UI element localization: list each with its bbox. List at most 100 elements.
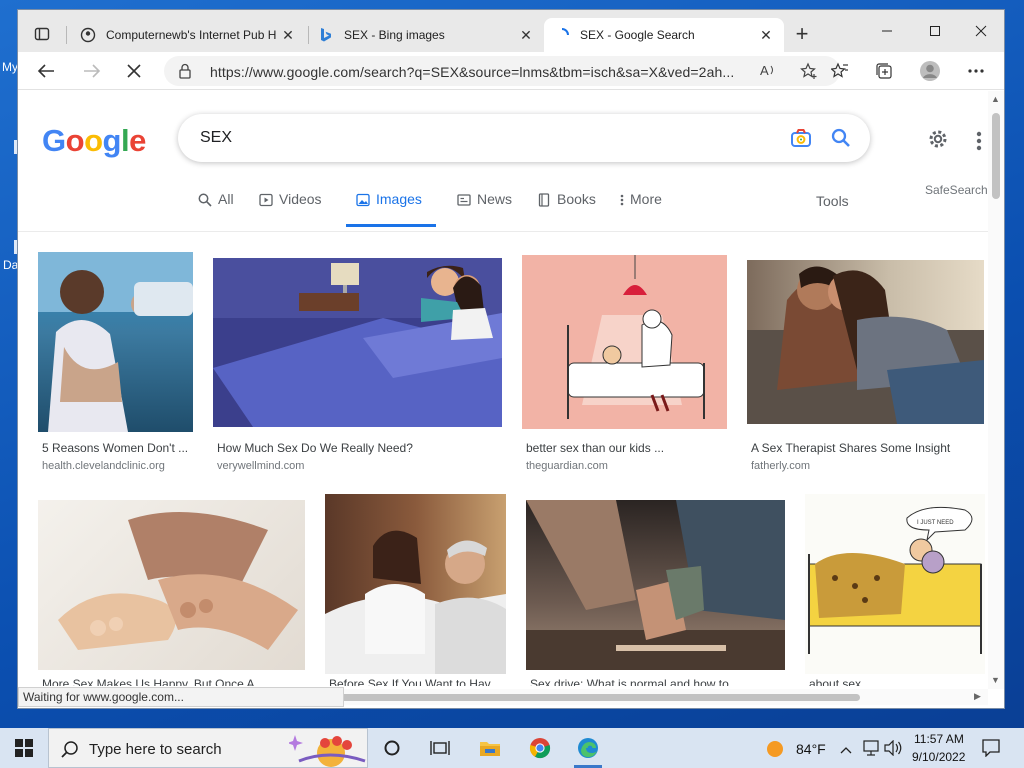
result-title[interactable]: A Sex Therapist Shares Some Insight	[751, 441, 985, 455]
image-result[interactable]: I JUST NEED about sex ...	[805, 494, 985, 686]
file-explorer-button[interactable]	[466, 728, 514, 768]
result-title[interactable]: More Sex Makes Us Happy, But Once A ...	[42, 677, 306, 686]
chrome-button[interactable]	[516, 728, 564, 768]
search-query-text[interactable]: SEX	[200, 129, 232, 147]
result-source[interactable]: fatherly.com	[751, 460, 810, 472]
safesearch-link[interactable]: SafeSearch	[925, 183, 988, 197]
image-thumbnail[interactable]	[526, 500, 785, 670]
task-view-icon	[430, 741, 450, 755]
result-title[interactable]: Sex drive: What is normal and how to ...	[530, 677, 786, 686]
profile-button[interactable]	[916, 58, 944, 84]
tab-images[interactable]: Images	[346, 191, 436, 227]
favorites-button[interactable]	[826, 58, 854, 84]
camera-search-icon[interactable]	[790, 128, 812, 153]
image-result[interactable]: 5 Reasons Women Don't ... health.clevela…	[38, 252, 193, 472]
task-switcher-button[interactable]	[416, 728, 464, 768]
clock-date[interactable]: 9/10/2022	[912, 750, 965, 764]
result-source[interactable]: health.clevelandclinic.org	[42, 460, 165, 472]
tab-news[interactable]: News	[457, 191, 512, 227]
tab-bing[interactable]: SEX - Bing images ✕	[308, 18, 544, 52]
tab-close-button[interactable]: ✕	[280, 27, 296, 44]
vertical-scrollbar[interactable]: ▲ ▼	[988, 91, 1004, 689]
clock-time[interactable]: 11:57 AM	[914, 732, 964, 746]
close-window-button[interactable]	[958, 19, 1004, 43]
edge-icon	[578, 738, 598, 758]
chevron-up-icon[interactable]	[840, 742, 852, 760]
image-result[interactable]: More Sex Makes Us Happy, But Once A ...	[38, 494, 306, 686]
image-result[interactable]: Before Sex If You Want to Hav...	[325, 494, 507, 686]
forward-button[interactable]	[78, 58, 106, 84]
scroll-right-icon[interactable]: ▶	[974, 691, 981, 702]
tab-all[interactable]: All	[198, 191, 234, 227]
address-bar[interactable]: https://www.google.com/search?q=SEX&sour…	[164, 56, 840, 86]
favorites-list-icon	[831, 62, 848, 78]
add-favorite-icon[interactable]	[800, 62, 818, 83]
news-icon	[457, 193, 471, 207]
result-title[interactable]: 5 Reasons Women Don't ...	[42, 441, 192, 455]
edge-button[interactable]	[564, 728, 612, 768]
logo-letter: G	[42, 123, 66, 158]
weather-sun-icon[interactable]	[766, 740, 784, 763]
tools-button[interactable]: Tools	[816, 193, 849, 209]
minimize-button[interactable]	[864, 19, 910, 43]
notification-icon[interactable]	[982, 739, 1000, 762]
gear-icon[interactable]	[926, 127, 950, 156]
result-title[interactable]: better sex than our kids ...	[526, 441, 726, 455]
new-tab-button[interactable]: +	[790, 23, 814, 47]
scrollbar-thumb[interactable]	[340, 694, 860, 701]
image-thumbnail[interactable]	[522, 255, 727, 429]
tab-close-button[interactable]: ✕	[758, 27, 774, 44]
weather-temperature[interactable]: 84°F	[796, 741, 826, 757]
network-icon[interactable]	[862, 740, 880, 761]
tab-label: Images	[376, 191, 422, 207]
scrollbar-thumb[interactable]	[992, 113, 1000, 199]
taskbar: Type here to search 84°F 11:57 AM 9/10/2…	[0, 728, 1024, 768]
logo-letter: o	[84, 123, 103, 158]
image-result[interactable]: How Much Sex Do We Really Need? verywell…	[213, 252, 503, 472]
tab-google-active[interactable]: SEX - Google Search ✕	[544, 18, 784, 52]
search-icon[interactable]	[830, 127, 852, 154]
taskbar-search-box[interactable]: Type here to search	[48, 728, 368, 768]
start-button[interactable]	[0, 728, 48, 768]
image-thumbnail[interactable]	[38, 252, 193, 432]
settings-more-button[interactable]	[962, 58, 990, 84]
url-text[interactable]: https://www.google.com/search?q=SEX&sour…	[210, 64, 734, 80]
folder-icon	[480, 742, 500, 756]
volume-icon[interactable]	[884, 739, 904, 761]
task-view-button[interactable]	[368, 728, 416, 768]
image-thumbnail[interactable]	[213, 258, 502, 427]
apps-grid-icon[interactable]	[976, 131, 984, 151]
result-source[interactable]: theguardian.com	[526, 460, 608, 472]
desktop-icon-label[interactable]: Da	[3, 258, 18, 272]
image-thumbnail[interactable]	[747, 260, 984, 424]
tab-books[interactable]: Books	[537, 191, 596, 227]
image-thumbnail[interactable]	[325, 494, 506, 674]
result-title[interactable]: Before Sex If You Want to Hav...	[329, 677, 505, 686]
maximize-button[interactable]	[912, 19, 958, 43]
search-input[interactable]: SEX	[178, 114, 870, 162]
google-logo[interactable]: Google	[42, 123, 146, 159]
tab-videos[interactable]: Videos	[259, 191, 322, 227]
image-result[interactable]: Sex drive: What is normal and how to ...	[526, 494, 786, 686]
tab-pub[interactable]: Computernewb's Internet Pub H ✕	[70, 18, 306, 52]
scroll-down-icon[interactable]: ▼	[991, 675, 1000, 685]
back-button[interactable]	[32, 58, 60, 84]
result-title[interactable]: about sex ...	[809, 677, 985, 686]
search-highlight-icon[interactable]	[287, 731, 367, 768]
image-thumbnail[interactable]: I JUST NEED	[805, 494, 985, 674]
desktop-icon-label[interactable]: My	[2, 60, 18, 74]
tab-close-button[interactable]: ✕	[518, 27, 534, 44]
image-result[interactable]: better sex than our kids ... theguardian…	[522, 252, 728, 472]
stop-loading-button[interactable]	[120, 58, 148, 84]
tab-actions-button[interactable]	[26, 23, 58, 45]
collections-button[interactable]	[870, 58, 898, 84]
image-thumbnail[interactable]	[38, 500, 305, 670]
read-aloud-icon[interactable]: A	[760, 62, 778, 81]
tab-more[interactable]: More	[620, 191, 662, 227]
google-images-page: Google SEX SafeSearch All Videos Images …	[18, 91, 988, 686]
tab-title: SEX - Google Search	[580, 28, 695, 42]
image-result[interactable]: A Sex Therapist Shares Some Insight fath…	[747, 252, 985, 472]
result-title[interactable]: How Much Sex Do We Really Need?	[217, 441, 503, 455]
scroll-up-icon[interactable]: ▲	[991, 94, 1000, 104]
result-source[interactable]: verywellmind.com	[217, 460, 304, 472]
